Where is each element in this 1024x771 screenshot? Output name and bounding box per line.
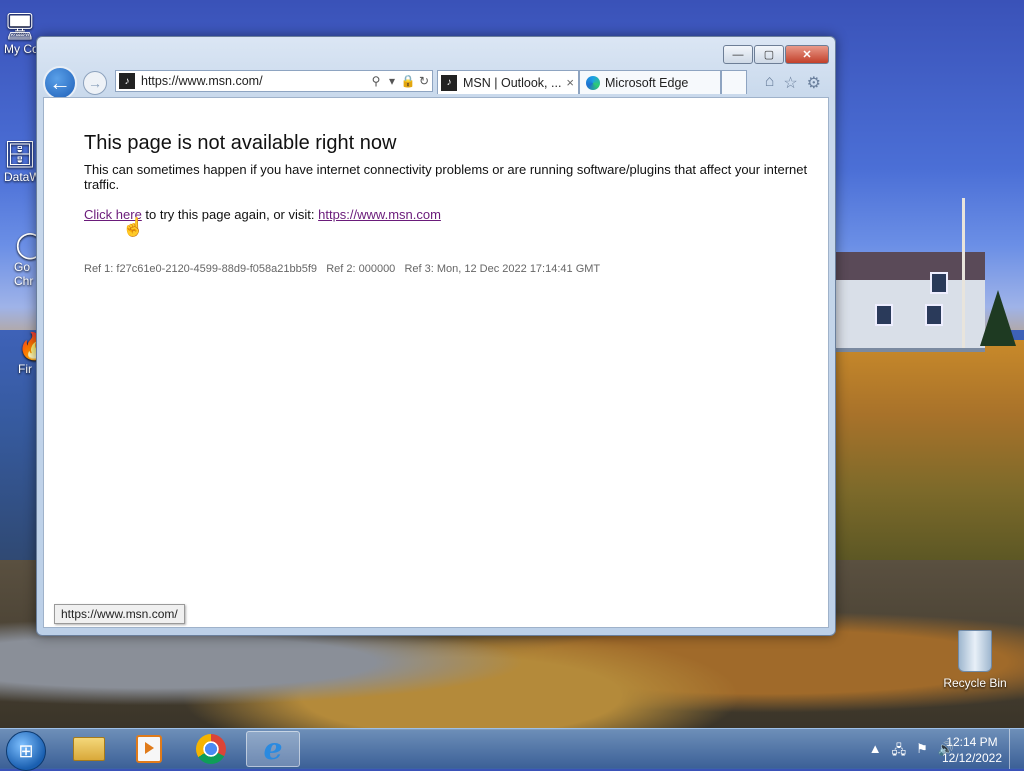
refresh-icon[interactable]: ↻	[416, 74, 432, 88]
error-description: This can sometimes happen if you have in…	[84, 162, 808, 192]
dropdown-chevron-icon[interactable]: ▾	[384, 74, 400, 88]
minimize-button[interactable]: —	[723, 45, 753, 64]
desktop-icon-label: Recycle Bin	[943, 676, 1007, 690]
action-center-flag-icon[interactable]: ⚑	[916, 741, 928, 763]
close-button[interactable]: ✕	[785, 45, 829, 64]
maximize-button[interactable]: ▢	[754, 45, 784, 64]
internet-explorer-icon: e	[263, 731, 283, 767]
clock[interactable]: 12:14 PM 12/12/2022	[942, 734, 1002, 766]
desktop-icon-recycle-bin[interactable]: Recycle Bin	[940, 630, 1010, 690]
desktop-icon-label: Fir	[18, 362, 32, 376]
msn-favicon-icon: ♪	[119, 73, 135, 89]
toolbar-icons: ⌂ ☆ ⚙	[765, 73, 821, 93]
favorites-star-icon[interactable]: ☆	[783, 73, 797, 93]
computer-icon: 🖥	[3, 10, 37, 41]
desktop-icon-label: My Co	[4, 42, 39, 56]
tab-label: Microsoft Edge	[605, 75, 689, 90]
taskbar-internet-explorer[interactable]: e	[246, 731, 300, 767]
home-icon[interactable]: ⌂	[765, 73, 775, 93]
tab-msn[interactable]: ♪ MSN | Outlook, ... ×	[437, 70, 579, 94]
chrome-icon	[196, 734, 226, 764]
msn-link[interactable]: https://www.msn.com	[318, 207, 441, 222]
tab-label: MSN | Outlook, ...	[463, 75, 562, 90]
reference-codes: Ref 1: f27c61e0-2120-4599-88d9-f058a21bb…	[84, 263, 601, 275]
tab-microsoft-edge[interactable]: Microsoft Edge	[579, 70, 721, 94]
media-player-icon	[136, 735, 162, 763]
taskbar-explorer[interactable]	[62, 731, 116, 767]
arrow-right-icon: →	[88, 75, 102, 91]
forward-button[interactable]: →	[83, 71, 107, 95]
folder-icon	[73, 737, 105, 761]
navigation-bar: ← → ♪ https://www.msn.com/ ⚲ ▾ 🔒 ↻ ♪ MSN…	[43, 65, 829, 100]
back-button[interactable]: ←	[43, 66, 77, 100]
desktop-icon-label: Go Chr	[14, 260, 34, 288]
msn-favicon-icon: ♪	[441, 74, 457, 91]
clock-time: 12:14 PM	[946, 735, 998, 749]
database-icon: 🗄	[3, 138, 37, 169]
windows-logo-icon: ⊞	[18, 740, 34, 761]
lock-icon[interactable]: 🔒	[400, 74, 416, 88]
retry-text: to try this page again, or visit:	[141, 207, 319, 222]
taskbar-chrome[interactable]	[184, 731, 238, 767]
taskbar: ⊞ e ▲ 🖧 ⚑ 🔊 12:14 PM 12/12/2022	[0, 728, 1024, 771]
edge-icon	[586, 75, 600, 90]
hand-cursor-icon: ☝	[122, 217, 145, 237]
wallpaper-tree	[980, 290, 1016, 346]
browser-window: — ▢ ✕ ← → ♪ https://www.msn.com/ ⚲ ▾ 🔒 ↻…	[36, 36, 836, 636]
new-tab-button[interactable]	[721, 70, 747, 94]
address-bar[interactable]: ♪ https://www.msn.com/ ⚲ ▾ 🔒 ↻	[115, 70, 433, 92]
start-button[interactable]: ⊞	[6, 731, 46, 771]
show-desktop-button[interactable]	[1009, 729, 1024, 769]
network-icon[interactable]: 🖧	[892, 741, 907, 763]
caption-buttons: — ▢ ✕	[723, 45, 829, 64]
page-heading: This page is not available right now	[84, 132, 397, 154]
arrow-left-icon: ←	[49, 70, 71, 95]
recycle-bin-icon	[958, 630, 992, 672]
show-hidden-icons-icon[interactable]: ▲	[869, 741, 882, 763]
taskbar-media-player[interactable]	[122, 731, 176, 767]
address-url[interactable]: https://www.msn.com/	[141, 74, 368, 88]
tab-close-icon[interactable]: ×	[566, 75, 574, 90]
search-icon[interactable]: ⚲	[368, 74, 384, 88]
settings-gear-icon[interactable]: ⚙	[807, 73, 821, 93]
wallpaper-flagpole	[962, 198, 965, 348]
status-url-tooltip: https://www.msn.com/	[54, 604, 185, 624]
clock-date: 12/12/2022	[941, 751, 1002, 765]
page-content: This page is not available right now Thi…	[43, 97, 829, 628]
